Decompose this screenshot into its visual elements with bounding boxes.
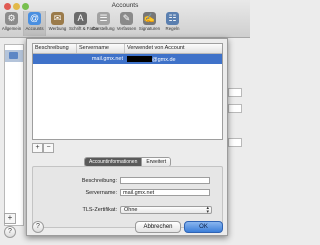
sheet-help-button[interactable]: ? [32, 221, 44, 233]
servername-field[interactable]: mail.gmx.net [120, 189, 210, 196]
tls-certificate-label: TLS-Zertifikat: [82, 207, 117, 213]
background-panel-edge [228, 44, 246, 224]
cell-account: @gmx.de [125, 54, 222, 64]
remove-server-button[interactable]: − [43, 143, 54, 153]
mail-account-icon [9, 52, 18, 59]
toolbar-item-verfassen[interactable]: ✎ Verfassen [115, 11, 138, 36]
cell-servername: mail.gmx.net [91, 56, 123, 62]
add-account-button[interactable]: + [4, 213, 16, 224]
toolbar-item-darstellung[interactable]: ☰ Darstellung [92, 11, 115, 36]
toolbar-item-regeln[interactable]: ☷ Regeln [161, 11, 184, 36]
smtp-server-table[interactable]: Beschreibung Servername Verwendet von Ac… [32, 43, 223, 140]
column-header-servername[interactable]: Servername [77, 44, 125, 53]
tls-certificate-value: Ohne [124, 207, 138, 213]
add-server-button[interactable]: + [32, 143, 43, 153]
switch-icon: ⚙ [5, 12, 18, 25]
redacted-block [127, 56, 152, 62]
accounts-sidebar[interactable] [4, 44, 24, 226]
background-field [228, 138, 242, 147]
cancel-button[interactable]: Abbrechen [135, 221, 181, 233]
account-information-panel: Beschreibung: Servername: mail.gmx.net T… [32, 166, 223, 228]
toolbar-item-schrift-farbe[interactable]: A Schrift & Farbe [69, 11, 98, 36]
smtp-server-sheet: Beschreibung Servername Verwendet von Ac… [26, 38, 228, 236]
preferences-toolbar: ⚙ Allgemein @ Accounts ✉ Werbung A Schri… [0, 11, 184, 36]
table-header: Beschreibung Servername Verwendet von Ac… [33, 44, 222, 54]
background-field [228, 104, 242, 113]
table-row[interactable]: mail.gmx.net @gmx.de [33, 54, 222, 64]
column-header-used-by-account[interactable]: Verwendet von Account [125, 44, 222, 53]
window-title: Accounts [111, 2, 139, 9]
background-field [228, 88, 242, 97]
viewing-icon: ☰ [97, 12, 110, 25]
select-arrows-icon: ▴ ▾ [206, 205, 209, 215]
pencil-icon: ✎ [120, 12, 133, 25]
tab-advanced[interactable]: Erweitert [141, 158, 171, 166]
toolbar-item-accounts[interactable]: @ Accounts [23, 11, 46, 36]
servername-label: Servername: [85, 190, 118, 196]
ok-button[interactable]: OK [184, 221, 223, 233]
tab-account-information[interactable]: Accountinformationen [85, 158, 142, 166]
toolbar-item-werbung[interactable]: ✉ Werbung [46, 11, 69, 36]
font-icon: A [74, 12, 87, 25]
toolbar-item-signaturen[interactable]: ✍ Signaturen [138, 11, 161, 36]
tls-certificate-select[interactable]: Ohne ▴ ▾ [120, 206, 212, 214]
description-label: Beschreibung: [81, 178, 117, 184]
account-suffix: @gmx.de [152, 57, 176, 63]
cell-description [33, 54, 77, 64]
rules-icon: ☷ [166, 12, 179, 25]
junk-mail-icon: ✉ [51, 12, 64, 25]
toolbar-item-allgemein[interactable]: ⚙ Allgemein [0, 11, 23, 36]
signature-icon: ✍ [143, 12, 156, 25]
column-header-description[interactable]: Beschreibung [33, 44, 77, 53]
window-titlebar: Accounts ⚙ Allgemein @ Accounts ✉ Werbun… [0, 0, 250, 38]
description-field[interactable] [120, 177, 210, 184]
help-button[interactable]: ? [4, 226, 16, 238]
at-sign-icon: @ [28, 12, 41, 25]
